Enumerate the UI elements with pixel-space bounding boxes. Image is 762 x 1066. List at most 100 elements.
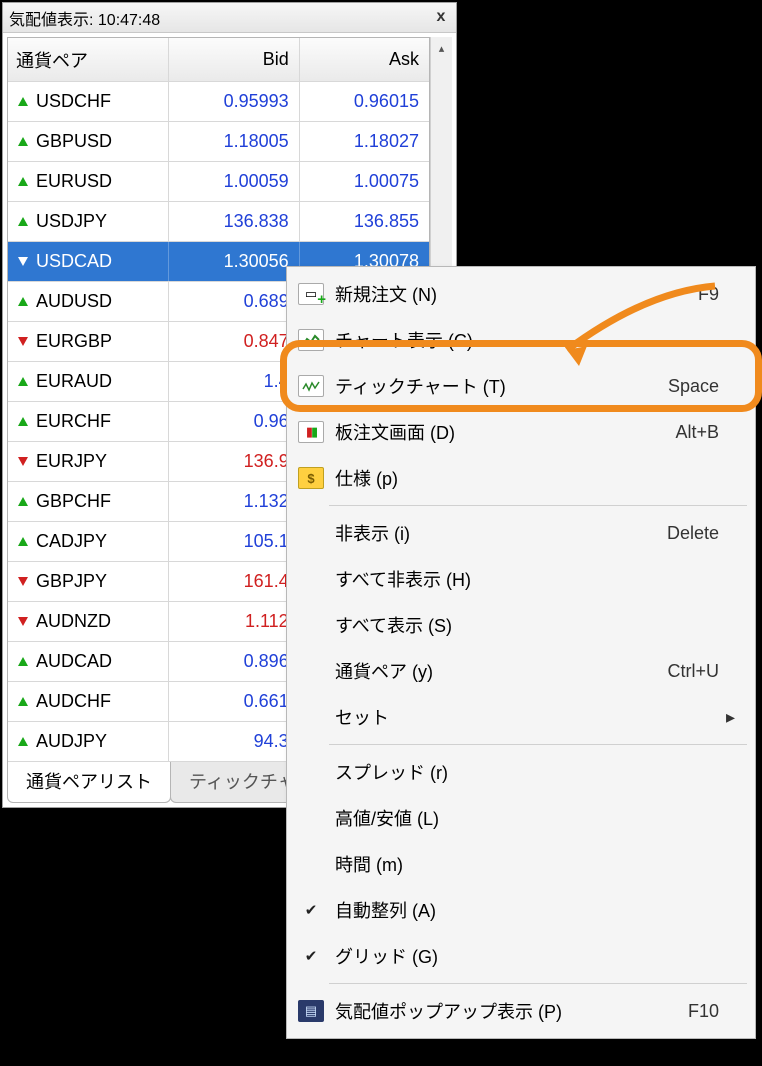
menu-item[interactable]: $仕様 (p) xyxy=(289,455,753,501)
header-ask[interactable]: Ask xyxy=(300,38,429,81)
symbol-label: CADJPY xyxy=(36,531,107,552)
popup-icon: ▤ xyxy=(293,1000,329,1022)
menu-item[interactable]: 高値/安値 (L) xyxy=(289,795,753,841)
menu-item-shortcut: Ctrl+U xyxy=(667,661,719,682)
header-bid[interactable]: Bid xyxy=(169,38,299,81)
quote-row[interactable]: USDCHF0.959930.96015 xyxy=(8,82,429,122)
submenu-arrow-icon: ▸ xyxy=(719,707,735,728)
menu-item[interactable]: 時間 (m) xyxy=(289,841,753,887)
arrow-up-icon xyxy=(16,735,30,749)
menu-item-label: セット xyxy=(329,704,719,730)
check-icon xyxy=(293,947,329,966)
bid-price: 161.4 xyxy=(169,562,299,601)
symbol-label: EURJPY xyxy=(36,451,107,472)
bid-price: 1.30056 xyxy=(169,242,299,281)
bid-price: 1.4 xyxy=(169,362,299,401)
ask-price: 1.18027 xyxy=(300,122,429,161)
quote-row[interactable]: EURUSD 1.000591.00075 xyxy=(8,162,429,202)
panel-title: 気配値表示: 10:47:48 xyxy=(9,6,432,30)
symbol-label: GBPUSD xyxy=(36,131,112,152)
bid-price: 0.847 xyxy=(169,322,299,361)
menu-item[interactable]: ▮▮板注文画面 (D)Alt+B xyxy=(289,409,753,455)
menu-item[interactable]: 非表示 (i)Delete xyxy=(289,510,753,556)
menu-item-label: 新規注文 (N) xyxy=(329,281,698,307)
header-symbol[interactable]: 通貨ペア xyxy=(8,38,169,81)
menu-item-label: 仕様 (p) xyxy=(329,465,719,491)
new-order-icon: ▭ xyxy=(293,283,329,305)
arrow-up-icon xyxy=(16,415,30,429)
menu-item[interactable]: グリッド (G) xyxy=(289,933,753,979)
bid-price: 0.689 xyxy=(169,282,299,321)
arrow-up-icon xyxy=(16,215,30,229)
symbol-label: USDJPY xyxy=(36,211,107,232)
symbol-label: EURGBP xyxy=(36,331,112,352)
bid-price: 1.00059 xyxy=(169,162,299,201)
menu-item[interactable]: スプレッド (r) xyxy=(289,749,753,795)
menu-item-shortcut: Space xyxy=(668,376,719,397)
panel-titlebar[interactable]: 気配値表示: 10:47:48 x xyxy=(3,3,456,33)
menu-item[interactable]: ▭新規注文 (N)F9 xyxy=(289,271,753,317)
symbol-label: USDCAD xyxy=(36,251,112,272)
symbol-label: EURAUD xyxy=(36,371,112,392)
menu-separator xyxy=(329,983,747,984)
menu-item[interactable]: すべて非表示 (H) xyxy=(289,556,753,602)
arrow-down-icon xyxy=(16,335,30,349)
bid-price: 0.95993 xyxy=(169,82,299,121)
menu-item[interactable]: チャート表示 (C) xyxy=(289,317,753,363)
menu-item-label: チャート表示 (C) xyxy=(329,327,719,353)
menu-item-shortcut: Delete xyxy=(667,523,719,544)
symbol-label: GBPCHF xyxy=(36,491,111,512)
quote-row[interactable]: USDJPY136.838136.855 xyxy=(8,202,429,242)
menu-item-label: 時間 (m) xyxy=(329,851,719,877)
symbol-label: EURUSD xyxy=(36,171,112,192)
menu-item[interactable]: すべて表示 (S) xyxy=(289,602,753,648)
symbol-label: GBPJPY xyxy=(36,571,107,592)
arrow-up-icon xyxy=(16,495,30,509)
close-icon[interactable]: x xyxy=(432,9,450,27)
scroll-up-icon[interactable] xyxy=(431,37,452,59)
menu-item[interactable]: セット▸ xyxy=(289,694,753,740)
grid-header: 通貨ペア Bid Ask xyxy=(8,38,429,82)
symbol-label: AUDJPY xyxy=(36,731,107,752)
menu-item-label: 非表示 (i) xyxy=(329,520,667,546)
menu-item[interactable]: 通貨ペア (y)Ctrl+U xyxy=(289,648,753,694)
menu-item[interactable]: ティックチャート (T)Space xyxy=(289,363,753,409)
quote-row[interactable]: GBPUSD 1.180051.18027 xyxy=(8,122,429,162)
arrow-down-icon xyxy=(16,255,30,269)
menu-item[interactable]: 自動整列 (A) xyxy=(289,887,753,933)
bid-price: 0.96 xyxy=(169,402,299,441)
menu-item-label: 気配値ポップアップ表示 (P) xyxy=(329,998,688,1024)
arrow-up-icon xyxy=(16,95,30,109)
bid-price: 105.1 xyxy=(169,522,299,561)
menu-separator xyxy=(329,744,747,745)
menu-item-label: 板注文画面 (D) xyxy=(329,419,675,445)
arrow-up-icon xyxy=(16,655,30,669)
context-menu: ▭新規注文 (N)F9チャート表示 (C)ティックチャート (T)Space▮▮… xyxy=(286,266,756,1039)
ask-price: 1.00075 xyxy=(300,162,429,201)
bid-price: 1.18005 xyxy=(169,122,299,161)
menu-item-shortcut: Alt+B xyxy=(675,422,719,443)
menu-separator xyxy=(329,505,747,506)
spec-icon: $ xyxy=(293,467,329,489)
menu-item-label: 高値/安値 (L) xyxy=(329,805,719,831)
symbol-label: EURCHF xyxy=(36,411,111,432)
menu-item-label: ティックチャート (T) xyxy=(329,373,668,399)
menu-item-label: 通貨ペア (y) xyxy=(329,658,667,684)
arrow-down-icon xyxy=(16,455,30,469)
menu-item-label: すべて非表示 (H) xyxy=(329,566,719,592)
chart-icon xyxy=(293,329,329,351)
arrow-up-icon xyxy=(16,135,30,149)
arrow-down-icon xyxy=(16,575,30,589)
bid-price: 0.661 xyxy=(169,682,299,721)
menu-item[interactable]: ▤気配値ポップアップ表示 (P)F10 xyxy=(289,988,753,1034)
check-icon xyxy=(293,901,329,920)
arrow-up-icon xyxy=(16,695,30,709)
arrow-up-icon xyxy=(16,175,30,189)
menu-item-label: スプレッド (r) xyxy=(329,759,719,785)
menu-item-label: 自動整列 (A) xyxy=(329,897,719,923)
menu-item-shortcut: F10 xyxy=(688,1001,719,1022)
bid-price: 94.3 xyxy=(169,722,299,761)
tab-symbol-list[interactable]: 通貨ペアリスト xyxy=(7,762,171,803)
arrow-up-icon xyxy=(16,295,30,309)
symbol-label: USDCHF xyxy=(36,91,111,112)
